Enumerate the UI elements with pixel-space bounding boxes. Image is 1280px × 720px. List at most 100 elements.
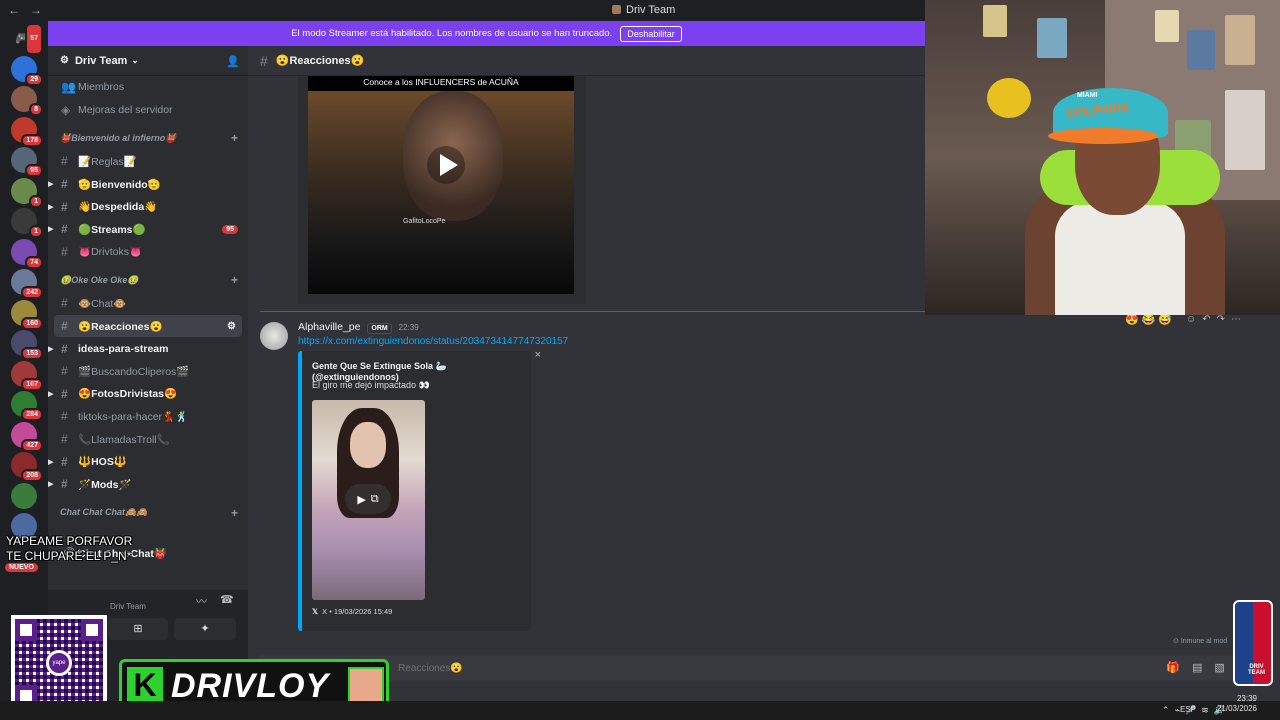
unread-indicator: ▶: [48, 345, 54, 353]
unread-indicator: ▶: [48, 181, 54, 189]
hashtag-icon: #: [61, 244, 68, 259]
popout-icon[interactable]: ⧉: [371, 493, 379, 506]
channel-item[interactable]: # tiktoks-para-hacer💃🕺: [48, 405, 248, 428]
caption-line: YAPEAME PORFAVOR: [6, 534, 133, 548]
add-reaction-icon[interactable]: ☺: [1186, 314, 1202, 325]
channel-header: # 😮Reacciones😮: [248, 46, 925, 76]
play-icon[interactable]: [426, 145, 466, 185]
add-member-icon[interactable]: 👤: [226, 55, 240, 68]
server-icon[interactable]: 1: [11, 208, 43, 238]
qr-corner: [15, 619, 37, 641]
soundboard-button[interactable]: ✦: [174, 618, 236, 640]
disable-streamer-button[interactable]: Deshabilitar: [620, 25, 682, 42]
discord-home-icon[interactable]: 🎮 57: [11, 23, 43, 55]
close-icon[interactable]: ×: [535, 349, 541, 361]
channel-category[interactable]: Chat Chat Chat🙈🙈 +: [48, 501, 248, 525]
server-icon[interactable]: 107: [11, 360, 43, 391]
server-header[interactable]: ⚙ Driv Team ⌄ 👤: [48, 46, 248, 76]
gif-icon[interactable]: ▤: [1192, 662, 1214, 674]
wall-poster: [1225, 15, 1255, 65]
driv-team-label: DRIV TEAM: [1248, 664, 1265, 676]
server-icon[interactable]: 427: [11, 421, 43, 452]
clock-time: 23:39: [1236, 694, 1257, 703]
avatar[interactable]: [260, 322, 288, 350]
category-label: 🤢Oke Oke Oke🤢: [60, 274, 139, 285]
wifi-icon[interactable]: ≋: [1201, 705, 1214, 715]
add-channel-icon[interactable]: +: [231, 131, 238, 145]
tts-caption: YAPEAME PORFAVOR TE CHUPARÉ EL P_N*: [6, 534, 132, 564]
channel-category[interactable]: 👹Bienvenido al infierno👹 +: [48, 126, 248, 150]
channel-item[interactable]: ▶ # 😍FotosDrivistas😍: [48, 383, 248, 406]
channel-item[interactable]: # 😮Reacciones😮 ⚙: [54, 314, 242, 338]
hashtag-icon: #: [61, 177, 68, 192]
new-badge: NUEVO: [5, 563, 38, 572]
channel-item[interactable]: ▶ # 🔱HOS🔱: [48, 450, 248, 473]
server-icon[interactable]: 95: [11, 147, 43, 177]
server-icon[interactable]: 153: [11, 330, 43, 360]
channel-item[interactable]: # 👅Drivtoks👅: [48, 241, 248, 264]
server-icon[interactable]: 29: [11, 55, 43, 86]
embed-video[interactable]: ▶ ⧉: [312, 400, 425, 600]
wall-poster: [1225, 90, 1265, 170]
sidebar-item-members[interactable]: 👥 Miembros: [48, 76, 248, 99]
message-link[interactable]: https://x.com/extinguiendonos/status/203…: [298, 336, 568, 347]
unread-indicator: ▶: [48, 458, 54, 466]
gift-icon[interactable]: 🎁: [1166, 662, 1192, 674]
channel-item[interactable]: # 📝Reglas📝: [48, 150, 248, 173]
play-icon[interactable]: ▶ ⧉: [345, 484, 391, 514]
sidebar-item-label: Miembros: [78, 81, 125, 94]
automod-notice: ⊙ Inmune al mod: [1173, 638, 1228, 645]
hashtag-icon: #: [61, 296, 68, 311]
sidebar-item-boosts[interactable]: ◈ Mejoras del servidor: [48, 99, 248, 122]
forward-arrow-icon[interactable]: →: [30, 3, 42, 17]
activities-button[interactable]: ⊞: [108, 618, 168, 640]
more-icon[interactable]: ⋯: [1231, 314, 1247, 325]
channel-item[interactable]: ▶ # 🪄Mods🪄: [48, 473, 248, 496]
noise-suppression-icon[interactable]: 〰: [196, 593, 207, 609]
video-thumbnail[interactable]: GafitoLocoPe: [308, 91, 574, 294]
yape-logo: yape: [46, 650, 72, 676]
channel-item[interactable]: # 🐵Chat🐵: [48, 292, 248, 315]
server-icon[interactable]: 284: [11, 391, 43, 421]
streamer-mode-banner: El modo Streamer está habilitado. Los no…: [48, 21, 925, 46]
mention-badge: 427: [21, 438, 43, 452]
back-arrow-icon[interactable]: ←: [8, 3, 20, 17]
embed-author[interactable]: Gente Que Se Extingue Sola 🦢 (@extinguie…: [312, 361, 531, 382]
reply-icon[interactable]: ↶: [1202, 314, 1216, 325]
server-icon[interactable]: 242: [11, 269, 43, 299]
chevron-up-icon[interactable]: ⌃: [1162, 705, 1175, 715]
mention-badge: 8: [29, 103, 43, 116]
mention-badge: 153: [21, 347, 43, 360]
server-icon[interactable]: 8: [11, 86, 43, 116]
unread-indicator: ▶: [48, 481, 54, 489]
channel-category[interactable]: 🤢Oke Oke Oke🤢 +: [48, 268, 248, 292]
server-icon[interactable]: 208: [11, 452, 43, 482]
mention-badge: 95: [25, 164, 43, 177]
language-indicator[interactable]: ESP: [1180, 705, 1196, 714]
forward-icon[interactable]: ↷: [1217, 314, 1231, 325]
channel-settings-icon[interactable]: ⚙: [227, 321, 236, 332]
taskbar-clock[interactable]: 23:39 21/03/2026: [1217, 694, 1257, 714]
channel-item[interactable]: # 📞LlamadasTroll📞: [48, 428, 248, 451]
kick-logo: K: [127, 667, 163, 703]
channel-item[interactable]: # 🎬BuscandoCliperos🎬: [48, 360, 248, 383]
yape-qr-code: yape: [11, 615, 107, 711]
channel-label: 😍FotosDrivistas😍: [78, 388, 178, 401]
message-composer[interactable]: Reacciones😮 🎁▤▧☺: [258, 655, 1270, 681]
new-messages-divider: [260, 311, 925, 312]
server-icon[interactable]: [11, 482, 37, 509]
server-icon[interactable]: 178: [11, 116, 43, 147]
unread-indicator: ▶: [48, 226, 54, 234]
add-channel-icon[interactable]: +: [231, 506, 238, 520]
server-icon[interactable]: 160: [11, 299, 43, 330]
server-icon[interactable]: 1: [11, 177, 43, 208]
add-channel-icon[interactable]: +: [231, 273, 238, 287]
disconnect-icon[interactable]: ☎: [220, 593, 234, 606]
unread-indicator: ▶: [48, 390, 54, 398]
channel-item[interactable]: ▶ # 👋Despedida👋: [48, 195, 248, 218]
channel-item[interactable]: ▶ # 🫡Bienvenido🫡: [48, 173, 248, 196]
channel-item[interactable]: ▶ # ideas-para-stream: [48, 337, 248, 360]
message-author[interactable]: Alphaville_pe: [298, 321, 360, 333]
channel-item[interactable]: ▶ # 🟢Streams🟢 95: [48, 218, 248, 241]
server-icon[interactable]: 74: [11, 238, 43, 269]
